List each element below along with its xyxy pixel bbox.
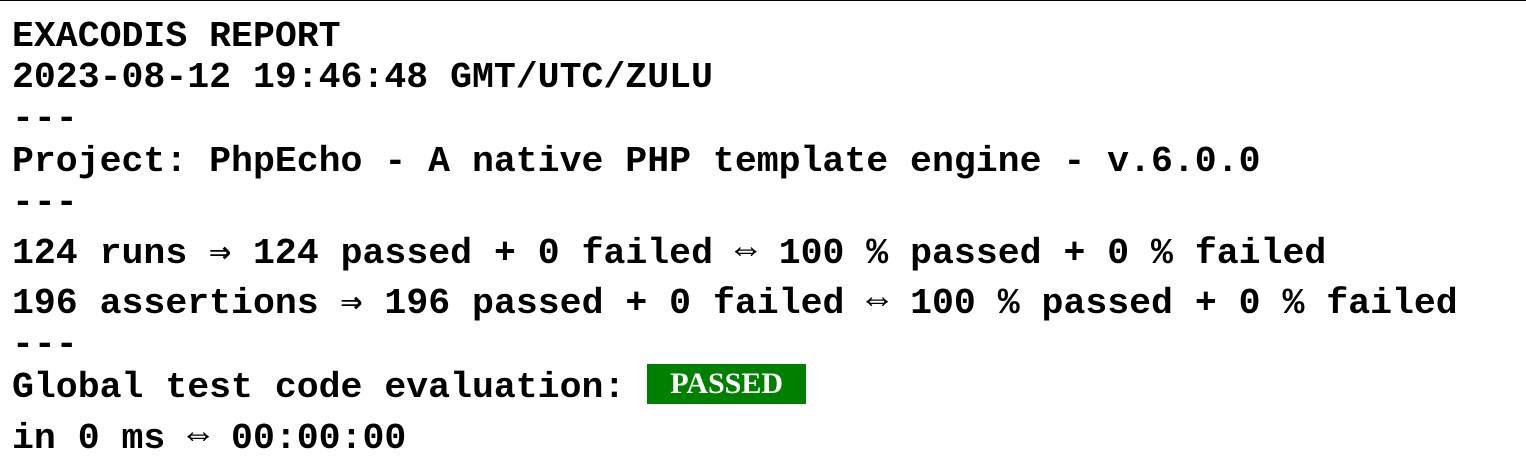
project-line: Project: PhpEcho - A native PHP template… [12,141,1261,182]
runs-summary: 124 runs ⇒ 124 passed + 0 failed ⇔ 100 %… [12,233,1327,274]
separator: --- [12,98,78,139]
separator: --- [12,324,78,365]
report-timestamp: 2023-08-12 19:46:48 GMT/UTC/ZULU [12,57,713,98]
separator: --- [12,182,78,223]
status-badge: PASSED [647,363,807,404]
assertions-summary: 196 assertions ⇒ 196 passed + 0 failed ⇔… [12,283,1458,324]
evaluation-label: Global test code evaluation: [12,367,648,408]
report-heading: EXACODIS REPORT [12,16,341,57]
duration-line: in 0 ms ⇔ 00:00:00 [12,418,407,459]
evaluation-line: Global test code evaluation: PASSED [12,363,807,408]
